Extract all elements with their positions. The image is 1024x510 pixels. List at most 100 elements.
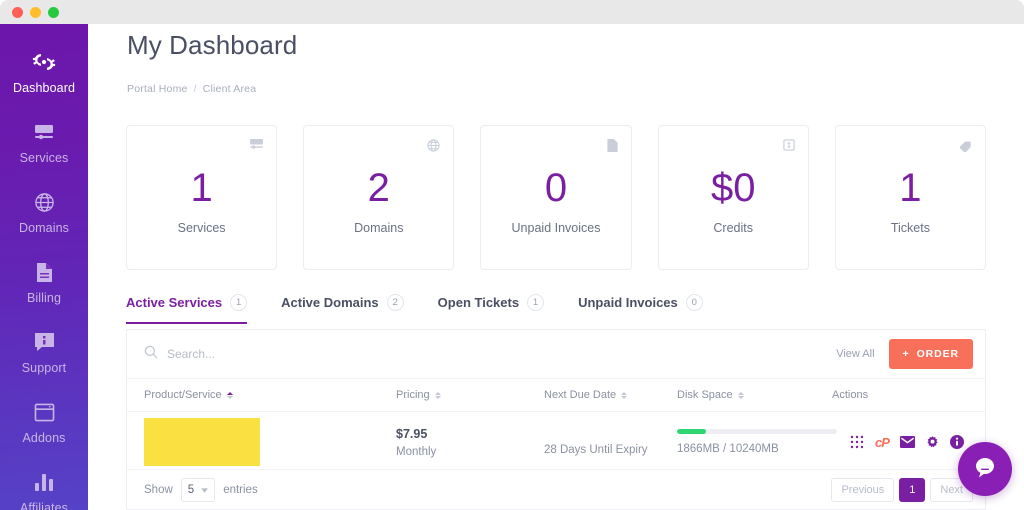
stat-cards: 1 Services 2 Domains 0 Unpaid Invoices $…	[126, 125, 987, 270]
sidebar-item-support[interactable]: Support	[0, 318, 88, 388]
credit-card-icon	[783, 139, 795, 151]
server-icon	[250, 139, 264, 150]
stat-card-label: Tickets	[890, 221, 930, 235]
show-entries-control: Show 5 entries	[144, 477, 831, 502]
stat-card-credits[interactable]: $0 Credits	[657, 125, 809, 270]
tab-active-services[interactable]: Active Services 1	[126, 294, 264, 324]
stat-card-value: $0	[710, 166, 756, 210]
redacted-product-name	[144, 418, 260, 466]
bar-chart-icon	[34, 471, 54, 493]
sidebar-item-label: Services	[19, 151, 69, 166]
cell-next-due-date: 28 Days Until Expiry	[544, 429, 677, 456]
sidebar-item-label: Affiliates	[19, 501, 68, 510]
column-header-product-service[interactable]: Product/Service	[144, 389, 396, 401]
stat-card-services[interactable]: 1 Services	[126, 125, 278, 270]
minimize-window-button[interactable]	[30, 6, 41, 18]
sort-toggle-icon[interactable]	[621, 391, 628, 399]
tab-label: Open Tickets	[437, 295, 520, 310]
stat-card-label: Services	[177, 221, 226, 235]
panel-toolbar: View All + ORDER	[127, 330, 985, 379]
maximize-window-button[interactable]	[48, 6, 59, 18]
pagination-previous-button[interactable]: Previous	[831, 477, 895, 502]
stat-card-value: 1	[190, 166, 213, 210]
stat-card-value: 2	[367, 166, 390, 210]
column-label: Pricing	[396, 389, 430, 401]
tab-open-tickets[interactable]: Open Tickets 1	[438, 294, 561, 323]
search-box[interactable]	[144, 345, 836, 364]
sidebar-item-domains[interactable]: Domains	[0, 178, 88, 248]
column-header-actions: Actions	[832, 389, 868, 401]
view-all-link[interactable]: View All	[836, 348, 874, 360]
billing-cycle: Monthly	[396, 445, 437, 458]
order-button-label: ORDER	[916, 348, 959, 360]
window-icon	[34, 401, 55, 423]
mail-icon[interactable]	[899, 436, 915, 448]
logo-icon	[31, 51, 57, 73]
tab-label: Unpaid Invoices	[578, 295, 678, 310]
apps-grid-icon[interactable]	[850, 435, 864, 449]
order-button[interactable]: + ORDER	[888, 339, 973, 369]
stat-card-label: Domains	[354, 221, 404, 235]
tag-icon	[959, 139, 972, 152]
document-icon	[36, 261, 53, 283]
sidebar-item-dashboard[interactable]: Dashboard	[0, 38, 88, 108]
sidebar-item-label: Support	[21, 361, 67, 376]
tab-unpaid-invoices[interactable]: Unpaid Invoices 0	[578, 294, 720, 323]
disk-usage-bar	[677, 429, 837, 434]
stat-card-value: 1	[899, 166, 922, 210]
column-header-pricing[interactable]: Pricing	[396, 389, 544, 401]
sort-toggle-icon[interactable]	[737, 391, 744, 399]
tab-bar: Active Services 1 Active Domains 2 Open …	[126, 294, 986, 330]
next-due-text: 28 Days Until Expiry	[544, 443, 648, 456]
globe-icon	[34, 191, 55, 213]
chat-bubble-icon	[972, 455, 998, 484]
stat-card-label: Credits	[713, 221, 753, 235]
services-panel: View All + ORDER Product/Service Pricing…	[126, 330, 987, 510]
search-input[interactable]	[167, 347, 427, 361]
column-header-disk-space[interactable]: Disk Space	[677, 389, 832, 401]
sidebar-item-billing[interactable]: Billing	[0, 248, 88, 318]
server-icon	[34, 121, 54, 143]
table-footer: Show 5 entries Previous 1 Next	[127, 469, 987, 509]
sort-toggle-icon[interactable]	[434, 391, 441, 399]
tab-badge: 0	[685, 294, 703, 311]
sidebar-item-label: Dashboard	[12, 81, 76, 96]
stat-card-domains[interactable]: 2 Domains	[303, 125, 455, 270]
stat-card-unpaid-invoices[interactable]: 0 Unpaid Invoices	[480, 125, 632, 270]
pagination-page-1-button[interactable]: 1	[899, 477, 926, 502]
stat-card-tickets[interactable]: 1 Tickets	[834, 125, 987, 270]
document-icon	[607, 139, 618, 152]
sidebar-item-addons[interactable]: Addons	[0, 388, 88, 458]
sidebar-item-label: Billing	[26, 291, 62, 306]
plus-icon: +	[902, 348, 910, 360]
cell-pricing: $7.95 Monthly	[396, 427, 544, 458]
entries-per-page-select[interactable]: 5	[180, 477, 216, 502]
gear-icon[interactable]	[926, 435, 939, 449]
support-icon	[34, 331, 55, 353]
sidebar-item-services[interactable]: Services	[0, 108, 88, 178]
chat-widget-button[interactable]	[958, 442, 1012, 496]
stat-card-value: 0	[544, 166, 568, 210]
sidebar-item-affiliates[interactable]: Affiliates	[0, 458, 88, 510]
table-row[interactable]: $7.95 Monthly 28 Days Until Expiry 1866M…	[127, 412, 985, 472]
entries-label: entries	[223, 483, 258, 496]
close-window-button[interactable]	[12, 6, 23, 18]
window-titlebar	[0, 0, 1024, 24]
tab-badge: 1	[527, 294, 545, 311]
stat-card-label: Unpaid Invoices	[511, 221, 601, 235]
pagination: Previous 1 Next	[831, 477, 973, 502]
cpanel-icon[interactable]: cP	[875, 435, 890, 450]
breadcrumb-client-area: Client Area	[202, 83, 257, 95]
tab-active-domains[interactable]: Active Domains 2	[281, 294, 421, 323]
tab-badge: 2	[386, 294, 404, 311]
column-label: Disk Space	[677, 389, 733, 401]
sidebar-item-label: Addons	[22, 431, 66, 446]
entries-value: 5	[187, 483, 195, 496]
breadcrumb-portal-home[interactable]: Portal Home	[127, 83, 188, 95]
sidebar: Dashboard Services Domains Billing Suppo…	[0, 24, 88, 510]
info-icon[interactable]	[949, 435, 964, 449]
sidebar-item-label: Domains	[18, 221, 70, 236]
column-header-next-due-date[interactable]: Next Due Date	[544, 389, 677, 401]
page-title: My Dashboard	[127, 30, 298, 60]
sort-toggle-icon[interactable]	[226, 391, 233, 399]
